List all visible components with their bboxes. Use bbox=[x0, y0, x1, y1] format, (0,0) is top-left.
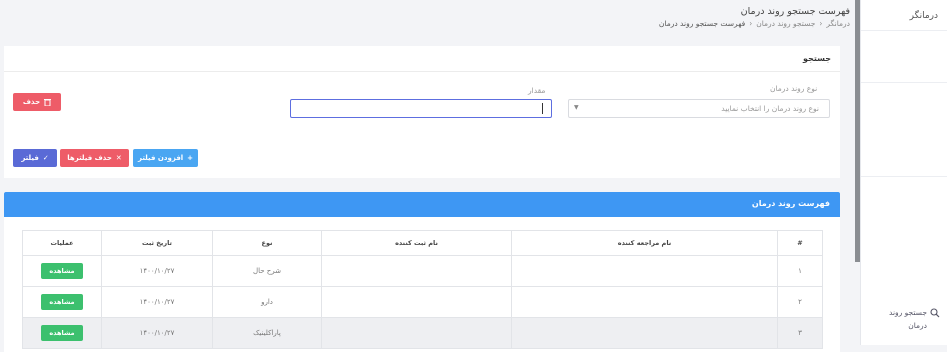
sidebar-divider bbox=[861, 30, 947, 31]
add-filter-label: افزودن فیلتر bbox=[137, 154, 184, 162]
page-title: فهرست جستجو روند درمان bbox=[740, 6, 850, 17]
breadcrumb-separator: ‹ bbox=[819, 19, 823, 28]
sidebar: درمانگر جستجو روند درمان bbox=[860, 0, 947, 345]
client-name bbox=[511, 255, 778, 287]
client-name bbox=[511, 317, 778, 349]
registrar-name bbox=[321, 317, 512, 349]
select-placeholder: نوع روند درمان را انتخاب نمایید bbox=[721, 104, 819, 113]
table-row: ۱ شرح حال ۱۴۰۰/۱۰/۲۷ مشاهده bbox=[22, 255, 823, 287]
column-header: نام ثبت کننده bbox=[321, 230, 512, 256]
sidebar-brand[interactable]: درمانگر bbox=[910, 11, 938, 21]
registrar-name bbox=[321, 255, 512, 287]
register-date: ۱۴۰۰/۱۰/۲۷ bbox=[101, 286, 213, 318]
treatment-table: # نام مراجعه کننده نام ثبت کننده نوع تار… bbox=[22, 230, 823, 349]
breadcrumb: درمانگر ‹ جستجو روند درمان ‹ فهرست جستجو… bbox=[659, 19, 850, 28]
delete-button-label: حذف bbox=[22, 98, 41, 106]
actions-cell: مشاهده bbox=[22, 317, 102, 349]
table-row: ۳ پاراکلینیک ۱۴۰۰/۱۰/۲۷ مشاهده bbox=[22, 317, 823, 349]
card-divider bbox=[4, 71, 840, 72]
plus-icon: + bbox=[187, 154, 194, 162]
treatment-type: پاراکلینیک bbox=[212, 317, 322, 349]
registrar-name bbox=[321, 286, 512, 318]
treatment-type-select[interactable]: نوع روند درمان را انتخاب نمایید ▼ bbox=[568, 99, 830, 118]
sidebar-divider bbox=[861, 176, 947, 177]
column-header: نام مراجعه کننده bbox=[511, 230, 778, 256]
treatment-type: دارو bbox=[212, 286, 322, 318]
actions-cell: مشاهده bbox=[22, 286, 102, 318]
clear-filters-label: حذف فیلترها bbox=[67, 154, 112, 162]
column-header: # bbox=[777, 230, 823, 256]
column-header: تاریخ ثبت bbox=[101, 230, 213, 256]
sidebar-item-label: جستجو روند درمان bbox=[889, 308, 927, 330]
view-button[interactable]: مشاهده bbox=[41, 263, 83, 279]
treatment-type: شرح حال bbox=[212, 255, 322, 287]
breadcrumb-separator: ‹ bbox=[749, 19, 753, 28]
card-title: فهرست روند درمان bbox=[751, 199, 830, 208]
row-number: ۳ bbox=[777, 317, 823, 349]
view-button[interactable]: مشاهده bbox=[41, 294, 83, 310]
value-label: مقدار bbox=[528, 86, 546, 95]
treatment-list-card: فهرست روند درمان # نام مراجعه کننده نام … bbox=[4, 192, 840, 352]
column-header: عملیات bbox=[22, 230, 102, 256]
breadcrumb-item[interactable]: جستجو روند درمان bbox=[756, 19, 815, 28]
value-input[interactable] bbox=[290, 99, 552, 118]
register-date: ۱۴۰۰/۱۰/۲۷ bbox=[101, 317, 213, 349]
search-icon bbox=[930, 308, 940, 318]
filter-button[interactable]: ✓ فیلتر bbox=[13, 149, 57, 167]
table-row: ۲ دارو ۱۴۰۰/۱۰/۲۷ مشاهده bbox=[22, 286, 823, 318]
filter-button-label: فیلتر bbox=[21, 154, 39, 162]
sidebar-divider bbox=[861, 82, 947, 83]
row-number: ۲ bbox=[777, 286, 823, 318]
trash-icon bbox=[44, 99, 52, 106]
chevron-down-icon: ▼ bbox=[574, 104, 579, 111]
table-header-row: # نام مراجعه کننده نام ثبت کننده نوع تار… bbox=[22, 230, 823, 256]
treatment-type-label: نوع روند درمان bbox=[770, 84, 818, 93]
sidebar-item-search-treatment[interactable]: جستجو روند درمان bbox=[874, 306, 940, 332]
clear-filters-button[interactable]: ✕ حذف فیلترها bbox=[60, 149, 129, 167]
column-header: نوع bbox=[212, 230, 322, 256]
text-cursor bbox=[542, 103, 543, 114]
client-name bbox=[511, 286, 778, 318]
breadcrumb-current: فهرست جستجو روند درمان bbox=[658, 19, 746, 28]
close-icon: ✕ bbox=[115, 154, 122, 162]
view-button[interactable]: مشاهده bbox=[41, 325, 83, 341]
row-number: ۱ bbox=[777, 255, 823, 287]
check-icon: ✓ bbox=[42, 154, 49, 162]
breadcrumb-item[interactable]: درمانگر bbox=[826, 19, 850, 28]
add-filter-button[interactable]: + افزودن فیلتر bbox=[133, 149, 198, 167]
search-card-title: جستجو bbox=[803, 54, 831, 63]
actions-cell: مشاهده bbox=[22, 255, 102, 287]
register-date: ۱۴۰۰/۱۰/۲۷ bbox=[101, 255, 213, 287]
card-header: فهرست روند درمان bbox=[4, 192, 840, 217]
delete-button[interactable]: حذف bbox=[13, 93, 61, 111]
